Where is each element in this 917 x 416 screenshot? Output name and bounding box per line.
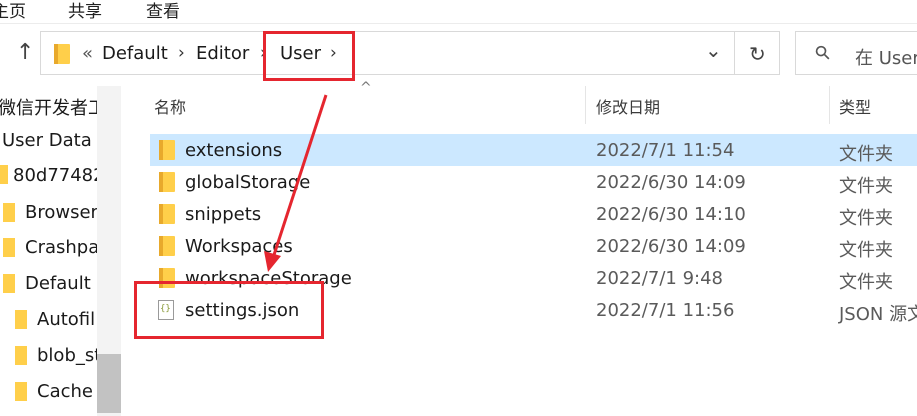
annotation-arrow [264,94,328,272]
